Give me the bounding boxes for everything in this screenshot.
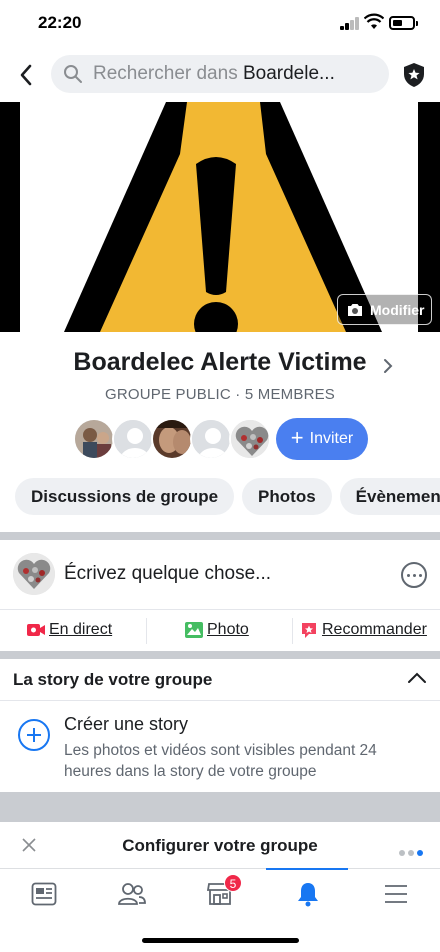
composer-placeholder[interactable]: Écrivez quelque chose... [64,563,271,585]
tab-menu[interactable] [352,869,440,919]
search-placeholder: Rechercher dans Boardele... [93,63,335,84]
bell-icon [298,883,318,907]
group-story-header[interactable]: La story de votre groupe [0,659,440,701]
modify-cover-label: Modifier [370,301,425,318]
member-avatar[interactable] [112,418,154,460]
post-actions: En direct Photo Recommander [0,609,440,651]
add-story-icon [18,719,50,751]
status-bar: 22:20 [0,0,440,48]
recommend-icon [302,623,316,638]
tab-groups[interactable] [88,869,176,919]
groups-icon [118,883,146,905]
recommend-label: Recommander [322,621,427,638]
create-story-title: Créer une story [64,714,189,734]
back-button[interactable] [14,62,38,88]
section-divider [0,792,440,822]
invite-button[interactable]: + Inviter [276,418,368,460]
plus-icon: + [290,425,304,450]
more-options-button[interactable] [401,562,427,588]
configure-group-label: Configurer votre groupe [122,836,318,855]
group-name[interactable]: Boardelec Alerte Victime [0,348,440,377]
search-icon [64,65,82,83]
action-divider [146,618,147,644]
wifi-icon [364,13,384,29]
modify-cover-button[interactable]: Modifier [337,294,432,325]
photo-icon [185,622,203,638]
live-video-icon [27,624,45,636]
group-privacy-members[interactable]: GROUPE PUBLIC · 5 MEMBRES [0,386,440,403]
group-story-title: La story de votre groupe [13,670,213,689]
chevron-right-icon[interactable] [383,358,393,374]
tab-news-feed[interactable] [0,869,88,919]
tab-notifications[interactable] [264,869,352,919]
create-story-description: Les photos et vidéos sont visibles penda… [64,742,377,780]
chevron-up-icon[interactable] [407,672,427,684]
chevron-left-icon [20,64,32,86]
notification-badge: 5 [224,874,242,892]
camera-icon [348,303,362,316]
tab-photos[interactable]: Photos [242,478,332,515]
group-tabs: Discussions de groupePhotosÉvènements [15,478,440,515]
tab-events[interactable]: Évènements [339,478,440,515]
post-composer[interactable]: Écrivez quelque chose... [0,540,440,608]
photo-button[interactable]: Photo [185,621,249,639]
status-time: 22:20 [38,13,82,32]
live-button[interactable]: En direct [27,621,112,639]
live-label: En direct [49,621,113,638]
create-story-item[interactable]: Créer une story Les photos et vidéos son… [0,702,440,790]
invite-label: Inviter [309,430,354,447]
battery-icon [389,16,418,30]
recommend-button[interactable]: Recommander [300,621,427,639]
member-avatar[interactable] [151,418,193,460]
user-avatar [13,553,55,595]
news-feed-icon [31,882,57,906]
tab-marketplace[interactable] [176,869,264,919]
configure-group-bar[interactable]: Configurer votre groupe [0,822,440,868]
member-avatar[interactable] [229,418,271,460]
menu-icon [385,885,407,903]
cellular-signal-icon [340,17,360,30]
member-avatar[interactable] [190,418,232,460]
section-divider [0,651,440,659]
photo-label: Photo [207,621,249,638]
admin-shield-icon[interactable] [403,62,425,88]
top-navigation: Rechercher dans Boardele... [0,48,440,102]
group-cover-photo[interactable]: Modifier [0,102,440,332]
tab-discussions[interactable]: Discussions de groupe [15,478,235,515]
member-avatar[interactable] [73,418,115,460]
home-indicator [142,938,299,943]
section-divider [0,532,440,540]
action-divider [292,618,293,644]
search-bar[interactable]: Rechercher dans Boardele... [51,55,389,93]
pagination-dots [399,843,426,861]
